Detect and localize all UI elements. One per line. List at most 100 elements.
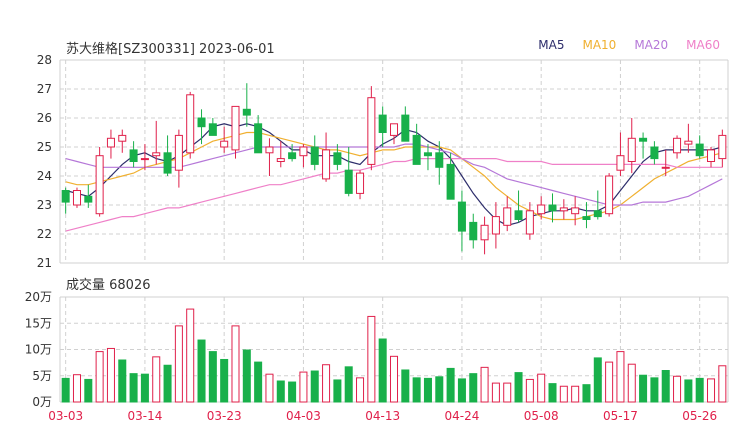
volume-bar	[423, 377, 432, 403]
candle-body	[401, 114, 410, 142]
candle-body	[503, 207, 512, 226]
volume-bar	[84, 378, 93, 403]
volume-bar	[684, 379, 693, 403]
candle-body	[276, 158, 285, 163]
candle-body	[299, 146, 308, 157]
volume-bar	[276, 380, 285, 403]
candle-body	[389, 123, 399, 136]
candle-body	[333, 152, 342, 165]
candle-body	[378, 114, 387, 133]
candle-body	[208, 123, 217, 136]
candle-body	[84, 195, 93, 203]
volume-bar	[322, 364, 331, 403]
volume-bar	[265, 373, 274, 403]
candle-body	[344, 169, 353, 194]
price-tick-label: 24	[37, 169, 52, 183]
candle-body	[367, 97, 376, 165]
price-tick-label: 22	[37, 227, 52, 241]
candle-body	[627, 137, 636, 163]
candle-body	[412, 134, 421, 165]
volume-bar	[457, 378, 466, 403]
volume-tick-label: 15万	[25, 316, 52, 330]
candle-body	[718, 134, 727, 160]
candle-body	[582, 216, 591, 221]
volume-bar	[650, 377, 659, 403]
candle-body	[197, 117, 206, 128]
volume-bar	[480, 366, 489, 403]
candle-body	[695, 143, 704, 157]
candle-body	[106, 137, 115, 148]
price-tick-label: 21	[37, 256, 52, 270]
candle-body	[231, 105, 240, 151]
volume-bar	[695, 377, 704, 403]
volume-bar	[242, 349, 251, 403]
candle-body	[265, 146, 274, 154]
candle-body	[356, 172, 365, 194]
price-tick-label: 23	[37, 198, 52, 212]
volume-bar	[208, 351, 217, 403]
candle-body	[707, 149, 716, 162]
candle-body	[435, 152, 444, 168]
candle-body	[457, 201, 466, 232]
date-tick-label: 05-26	[682, 409, 717, 423]
volume-bar	[61, 377, 70, 403]
volume-bar	[537, 373, 546, 403]
candle-body	[288, 152, 297, 160]
volume-bar	[707, 378, 716, 403]
volume-bar	[220, 358, 229, 403]
candle-body	[469, 221, 478, 241]
volume-bar	[163, 364, 172, 403]
volume-bar	[559, 385, 568, 403]
candle-body	[571, 207, 580, 215]
volume-bar	[389, 355, 399, 403]
volume-bar	[129, 373, 138, 403]
candle-body	[605, 175, 614, 215]
date-tick-label: 04-03	[286, 409, 321, 423]
candle-body	[186, 94, 195, 154]
volume-bar	[661, 370, 670, 403]
date-tick-label: 05-17	[603, 409, 638, 423]
candle-body	[152, 152, 161, 157]
volume-bar	[152, 356, 161, 403]
candle-body	[423, 152, 432, 157]
candle-body	[559, 207, 568, 212]
volume-bar	[435, 376, 444, 403]
volume-bar	[378, 338, 387, 403]
date-tick-label: 04-13	[365, 409, 400, 423]
candle-body	[548, 204, 557, 212]
price-tick-label: 26	[37, 111, 52, 125]
date-tick-label: 03-23	[207, 409, 242, 423]
volume-tick-label: 10万	[25, 343, 52, 357]
volume-bar	[174, 325, 183, 403]
candle-body	[129, 149, 138, 162]
volume-bar	[356, 377, 365, 403]
volume-bar	[367, 315, 376, 403]
volume-bar	[616, 351, 625, 403]
candle-body	[491, 216, 500, 235]
stock-chart-panel: 苏大维格[SZ300331] 2023-06-01 MA5 MA10 MA20 …	[0, 0, 740, 440]
volume-bar	[106, 347, 115, 403]
candle-body	[593, 210, 602, 218]
volume-bar	[140, 373, 149, 403]
candle-body	[61, 190, 70, 203]
volume-bar	[72, 374, 81, 403]
volume-bar	[197, 339, 206, 403]
candle-body	[661, 166, 670, 169]
volume-bar	[344, 366, 353, 403]
volume-bar	[469, 373, 478, 403]
candle-body	[72, 190, 81, 206]
candle-body	[95, 155, 104, 215]
candle-body	[650, 146, 659, 160]
chart-canvas: 21 22 23 24 25 26 27 28 0万 5万 10万 15万 20万 03-03 03-14 0…	[25, 53, 729, 423]
volume-bar	[288, 381, 297, 403]
volume-bar	[491, 382, 500, 403]
volume-bar	[639, 374, 648, 403]
volume-bar	[673, 375, 682, 403]
candle-body	[480, 224, 489, 241]
candle-body	[242, 108, 251, 116]
price-tick-label: 27	[37, 82, 52, 96]
volume-bar	[310, 370, 319, 403]
candle-body	[220, 140, 229, 148]
volume-bar	[627, 363, 636, 403]
volume-bar	[186, 308, 195, 403]
